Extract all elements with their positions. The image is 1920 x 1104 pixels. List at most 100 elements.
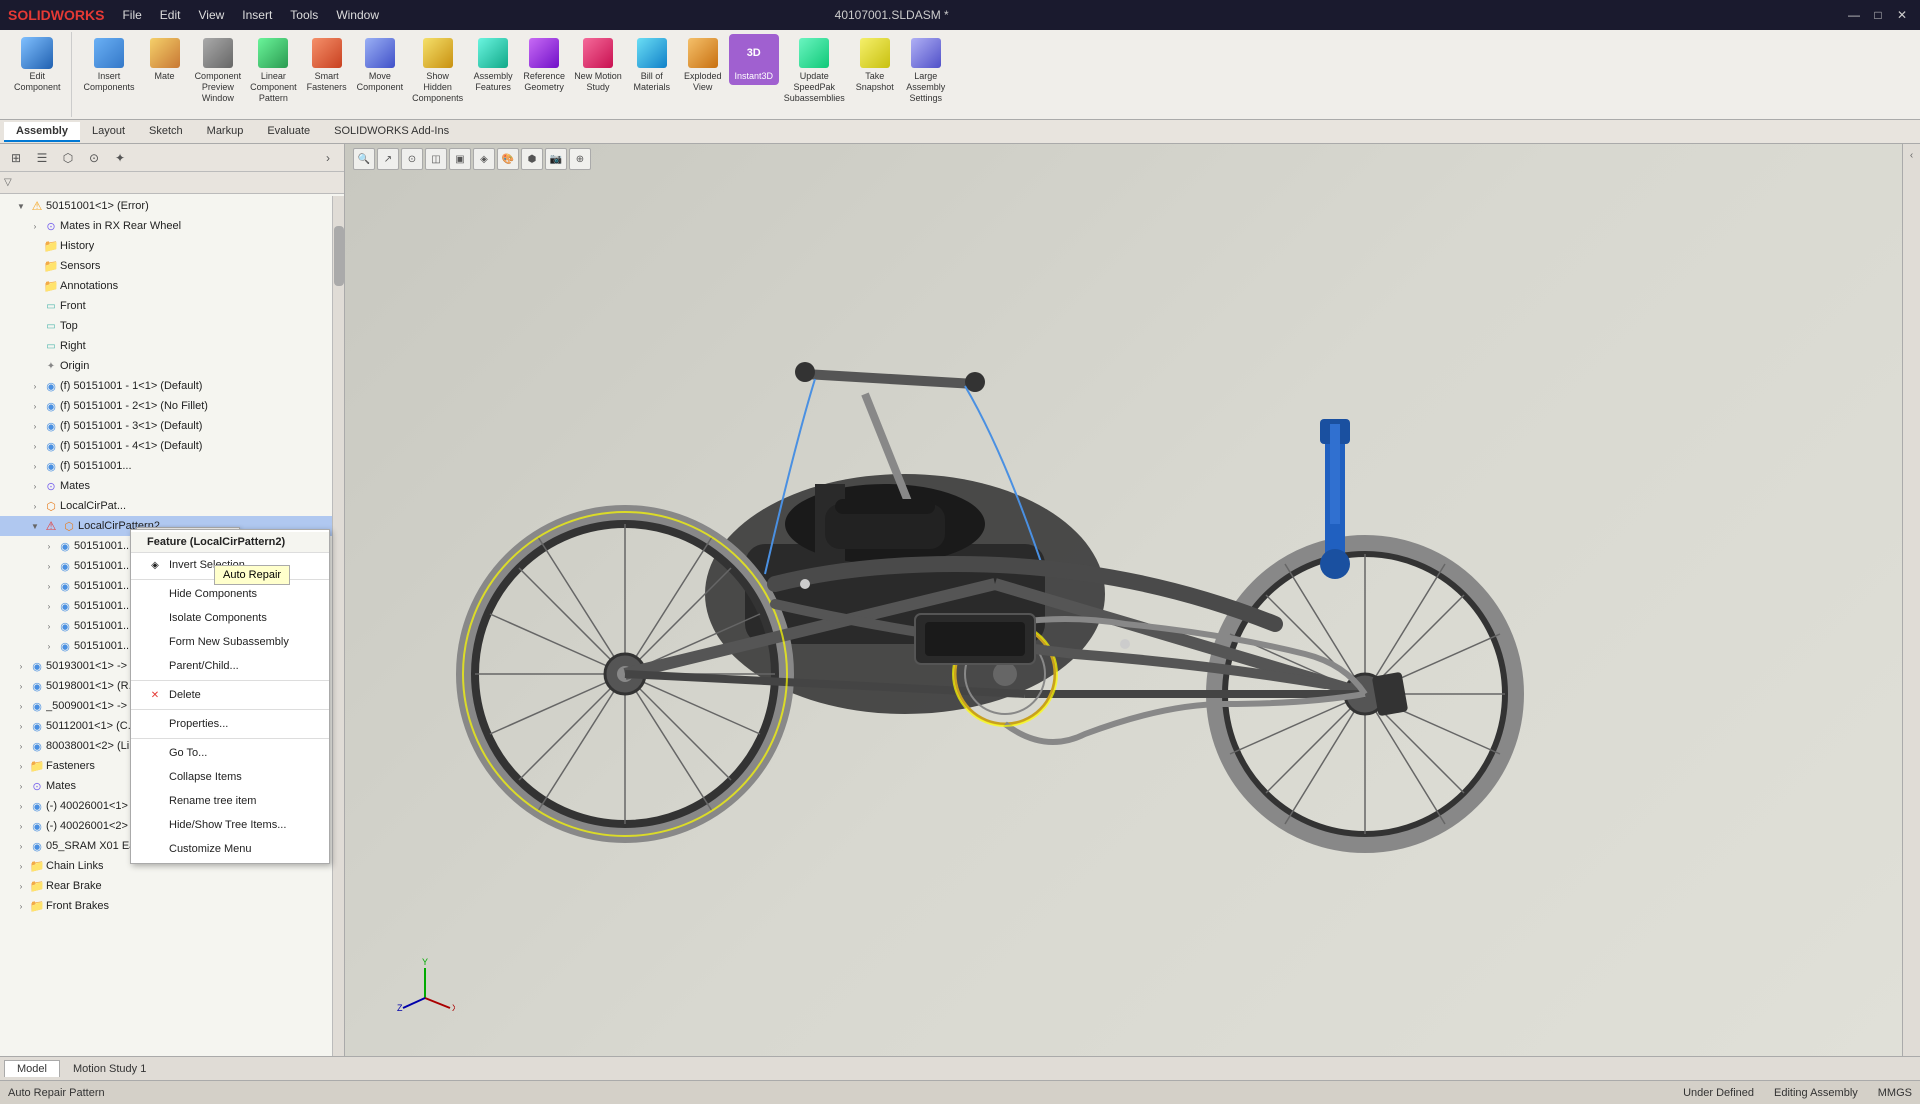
tree-item-mates-node[interactable]: › ⊙ Mates [0, 476, 344, 496]
edit-component-button[interactable]: EditComponent [10, 34, 65, 96]
smart-fasteners-button[interactable]: SmartFasteners [302, 34, 352, 96]
ctx-properties[interactable]: Properties... [131, 712, 329, 736]
tree-item-annotations[interactable]: 📁 Annotations [0, 276, 344, 296]
exploded-view-button[interactable]: ExplodedView [678, 34, 728, 96]
ctx-isolate-components[interactable]: Isolate Components [131, 606, 329, 630]
minimize-button[interactable]: — [1844, 5, 1864, 25]
tree-item-history[interactable]: 📁 History [0, 236, 344, 256]
update-speedpak-button[interactable]: UpdateSpeedPakSubassemblies [780, 34, 849, 106]
tree-item-right[interactable]: ▭ Right [0, 336, 344, 356]
ctx-rename-tree-item[interactable]: Rename tree item [131, 789, 329, 813]
tree-item-origin[interactable]: ✦ Origin [0, 356, 344, 376]
tab-markup[interactable]: Markup [195, 122, 256, 142]
vp-btn-select[interactable]: ↗ [377, 148, 399, 170]
ctx-go-to[interactable]: Go To... [131, 741, 329, 765]
vp-btn-hide[interactable]: ◫ [425, 148, 447, 170]
tree-item-rear-brake[interactable]: › 📁 Rear Brake [0, 876, 344, 896]
vp-btn-render[interactable]: ⬢ [521, 148, 543, 170]
linear-component-pattern-button[interactable]: LinearComponentPattern [246, 34, 301, 106]
ctx-collapse-items[interactable]: Collapse Items [131, 765, 329, 789]
under-defined-status: Under Defined [1683, 1087, 1754, 1099]
vp-btn-color[interactable]: 🎨 [497, 148, 519, 170]
menu-view[interactable]: View [190, 6, 232, 24]
hideshow-icon [147, 817, 163, 833]
feature-manager-panel: ⊞ ☰ ⬡ ⊙ ✦ › ▽ ▼ ⚠ 50151001<1> (Error) › … [0, 144, 345, 1056]
restore-button[interactable]: □ [1868, 5, 1888, 25]
tab-layout[interactable]: Layout [80, 122, 137, 142]
coordinate-indicator: Y X Z [395, 953, 455, 1016]
tree-item-root[interactable]: ▼ ⚠ 50151001<1> (Error) [0, 196, 344, 216]
tree-item-part4[interactable]: › ◉ (f) 50151001 - 4<1> (Default) [0, 436, 344, 456]
insert-components-button[interactable]: InsertComponents [80, 34, 139, 96]
rename-icon [147, 793, 163, 809]
tree-item-part5[interactable]: › ◉ (f) 50151001... [0, 456, 344, 476]
tree-item-front-brakes[interactable]: › 📁 Front Brakes [0, 896, 344, 916]
mate-button[interactable]: Mate [140, 34, 190, 85]
panel-tool-4[interactable]: ⊙ [82, 146, 106, 170]
panel-tool-3[interactable]: ⬡ [56, 146, 80, 170]
new-motion-study-button[interactable]: New MotionStudy [570, 34, 626, 96]
vp-btn-view1[interactable]: ◈ [473, 148, 495, 170]
ctx-parent-child[interactable]: Parent/Child... [131, 654, 329, 678]
vp-btn-edit[interactable]: ▣ [449, 148, 471, 170]
menu-tools[interactable]: Tools [282, 6, 326, 24]
scrollbar-thumb[interactable] [334, 226, 344, 286]
take-snapshot-button[interactable]: TakeSnapshot [850, 34, 900, 96]
tree-item-part3[interactable]: › ◉ (f) 50151001 - 3<1> (Default) [0, 416, 344, 436]
panel-tool-1[interactable]: ⊞ [4, 146, 28, 170]
tree-scrollbar[interactable] [332, 196, 344, 1056]
menu-file[interactable]: File [114, 6, 149, 24]
btab-model[interactable]: Model [4, 1060, 60, 1077]
large-assembly-settings-button[interactable]: LargeAssemblySettings [901, 34, 951, 106]
titlebar: SOLIDWORKS File Edit View Insert Tools W… [0, 0, 1920, 30]
move-component-button[interactable]: MoveComponent [353, 34, 408, 96]
vp-btn-section[interactable]: ⊕ [569, 148, 591, 170]
tree-item-sensors[interactable]: 📁 Sensors [0, 256, 344, 276]
tab-sketch[interactable]: Sketch [137, 122, 195, 142]
filter-bar: ▽ [0, 172, 344, 194]
tab-evaluate[interactable]: Evaluate [255, 122, 322, 142]
assembly-features-button[interactable]: AssemblyFeatures [468, 34, 518, 96]
panel-tool-5[interactable]: ✦ [108, 146, 132, 170]
menu-edit[interactable]: Edit [152, 6, 189, 24]
component-preview-button[interactable]: ComponentPreviewWindow [191, 34, 246, 106]
panel-expand-button[interactable]: › [316, 146, 340, 170]
bill-of-materials-button[interactable]: Bill ofMaterials [627, 34, 677, 96]
properties-icon [147, 716, 163, 732]
tab-addins[interactable]: SOLIDWORKS Add-Ins [322, 122, 461, 142]
menu-insert[interactable]: Insert [234, 6, 280, 24]
ctx-sep-2 [131, 680, 329, 681]
btab-motion-study[interactable]: Motion Study 1 [60, 1060, 159, 1078]
close-button[interactable]: ✕ [1892, 5, 1912, 25]
tab-assembly[interactable]: Assembly [4, 122, 80, 142]
vp-btn-display[interactable]: ⊙ [401, 148, 423, 170]
tree-item-part2[interactable]: › ◉ (f) 50151001 - 2<1> (No Fillet) [0, 396, 344, 416]
viewport-left-toolbar: 🔍 ↗ ⊙ ◫ ▣ ◈ 🎨 ⬢ 📷 ⊕ [353, 148, 591, 170]
vp-btn-search[interactable]: 🔍 [353, 148, 375, 170]
vp-btn-camera[interactable]: 📷 [545, 148, 567, 170]
ctx-form-subassembly[interactable]: Form New Subassembly [131, 630, 329, 654]
3d-viewport[interactable]: 🔍 ↗ ⊙ ◫ ▣ ◈ 🎨 ⬢ 📷 ⊕ [345, 144, 1920, 1056]
instant3d-button[interactable]: 3D Instant3D [729, 34, 779, 85]
ctx-customize-menu[interactable]: Customize Menu [131, 837, 329, 861]
reference-geometry-button[interactable]: ReferenceGeometry [519, 34, 569, 96]
tab-bar: Assembly Layout Sketch Markup Evaluate S… [0, 120, 1920, 144]
tree-item-part1[interactable]: › ◉ (f) 50151001 - 1<1> (Default) [0, 376, 344, 396]
panel-tool-2[interactable]: ☰ [30, 146, 54, 170]
show-hidden-components-button[interactable]: ShowHiddenComponents [408, 34, 467, 106]
tree-item-front[interactable]: ▭ Front [0, 296, 344, 316]
menu-window[interactable]: Window [328, 6, 387, 24]
collapse-right-button[interactable]: ‹ [1908, 148, 1915, 163]
tree-item-mates-rx[interactable]: › ⊙ Mates in RX Rear Wheel [0, 216, 344, 236]
ctx-hide-components[interactable]: Hide Components [131, 582, 329, 606]
svg-text:Y: Y [422, 957, 428, 967]
ctx-hide-show-tree[interactable]: Hide/Show Tree Items... [131, 813, 329, 837]
status-bar: Auto Repair Pattern Under Defined Editin… [0, 1080, 1920, 1104]
bottom-tab-bar: Model Motion Study 1 [0, 1056, 1920, 1080]
tree-item-top[interactable]: ▭ Top [0, 316, 344, 336]
axes-svg: Y X Z [395, 953, 455, 1013]
ctx-delete[interactable]: ✕ Delete [131, 683, 329, 707]
tree-item-localcirpat1[interactable]: › ⬡ LocalCirPat... [0, 496, 344, 516]
isolate-icon [147, 610, 163, 626]
svg-text:X: X [452, 1003, 455, 1013]
